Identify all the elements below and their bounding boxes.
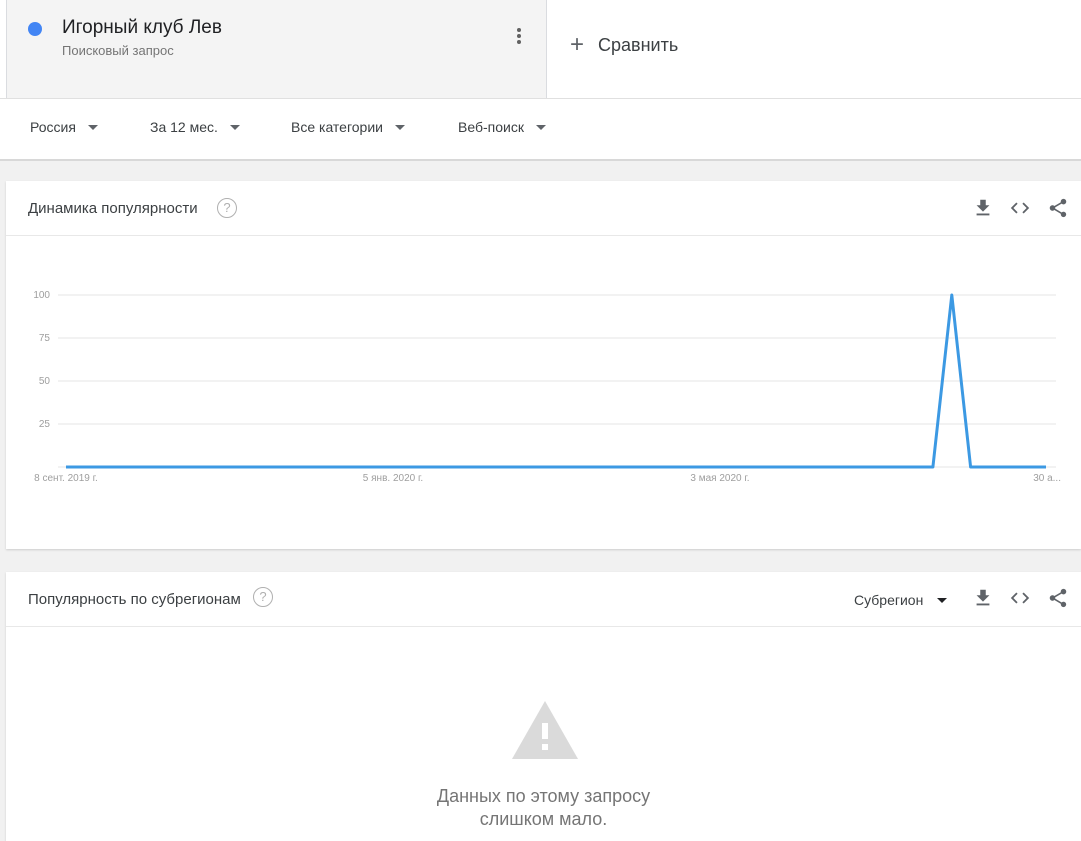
term-subtitle: Поисковый запрос bbox=[62, 43, 174, 58]
embed-icon[interactable] bbox=[1009, 197, 1031, 219]
caret-down-icon bbox=[87, 124, 98, 130]
x-tick-label: 3 мая 2020 г. bbox=[690, 473, 749, 484]
share-icon[interactable] bbox=[1047, 197, 1069, 219]
help-icon[interactable]: ? bbox=[253, 587, 273, 607]
filter-region[interactable]: Россия bbox=[30, 119, 98, 135]
more-vert-icon[interactable] bbox=[513, 28, 525, 48]
download-icon[interactable] bbox=[972, 197, 994, 219]
help-icon[interactable]: ? bbox=[217, 198, 237, 218]
filter-region-label: Россия bbox=[30, 119, 76, 135]
caret-down-icon bbox=[937, 597, 948, 603]
term-color-dot bbox=[28, 22, 42, 36]
caret-down-icon bbox=[394, 124, 405, 130]
compare-button[interactable]: + Сравнить bbox=[570, 30, 678, 58]
plus-icon: + bbox=[570, 31, 585, 58]
embed-icon[interactable] bbox=[1009, 587, 1031, 609]
warning-icon bbox=[512, 701, 578, 759]
subregion-select-label: Субрегион bbox=[854, 592, 924, 608]
no-data-line-2: слишком мало. bbox=[479, 809, 608, 829]
y-tick-label: 75 bbox=[39, 333, 51, 344]
term-title[interactable]: Игорный клуб Лев bbox=[62, 17, 222, 39]
filter-category-label: Все категории bbox=[291, 119, 383, 135]
search-term-bar: Игорный клуб Лев Поисковый запрос + Сравн… bbox=[0, 0, 1081, 99]
filter-period[interactable]: За 12 мес. bbox=[150, 119, 240, 135]
filters-bar: Россия За 12 мес. Все категории Веб-поис… bbox=[0, 99, 1081, 161]
search-term-card[interactable]: Игорный клуб Лев Поисковый запрос bbox=[6, 0, 547, 98]
filter-period-label: За 12 мес. bbox=[150, 119, 218, 135]
card-title: Динамика популярности bbox=[28, 200, 198, 217]
interest-over-time-card: Динамика популярности ? 25 50 75 100 8 сент.… bbox=[6, 181, 1081, 549]
card-title: Популярность по субрегионам bbox=[28, 591, 241, 608]
x-tick-label: 5 янв. 2020 г. bbox=[363, 473, 423, 484]
download-icon[interactable] bbox=[972, 587, 994, 609]
subregion-card: Популярность по субрегионам ? Субрегион … bbox=[6, 572, 1081, 841]
trend-chart: 25 50 75 100 8 сент. 2019 г. 5 янв. 2020 г. 3 … bbox=[33, 290, 1061, 484]
filter-search-type[interactable]: Веб-поиск bbox=[458, 119, 546, 135]
share-icon[interactable] bbox=[1047, 587, 1069, 609]
no-data-message: Данных по этому запросу слишком мало. bbox=[6, 785, 1081, 831]
caret-down-icon bbox=[229, 124, 240, 130]
filter-search-type-label: Веб-поиск bbox=[458, 119, 524, 135]
caret-down-icon bbox=[535, 124, 546, 130]
y-tick-label: 100 bbox=[33, 290, 50, 301]
filter-category[interactable]: Все категории bbox=[291, 119, 405, 135]
x-tick-label: 30 а... bbox=[1033, 473, 1061, 484]
y-tick-label: 50 bbox=[39, 376, 51, 387]
y-tick-label: 25 bbox=[39, 419, 51, 430]
compare-label: Сравнить bbox=[598, 35, 679, 55]
x-tick-label: 8 сент. 2019 г. bbox=[34, 473, 98, 484]
card-header: Популярность по субрегионам ? Субрегион bbox=[6, 572, 1081, 627]
no-data-line-1: Данных по этому запросу bbox=[436, 786, 651, 806]
card-header: Динамика популярности ? bbox=[6, 181, 1081, 236]
subregion-select[interactable]: Субрегион bbox=[854, 592, 948, 608]
